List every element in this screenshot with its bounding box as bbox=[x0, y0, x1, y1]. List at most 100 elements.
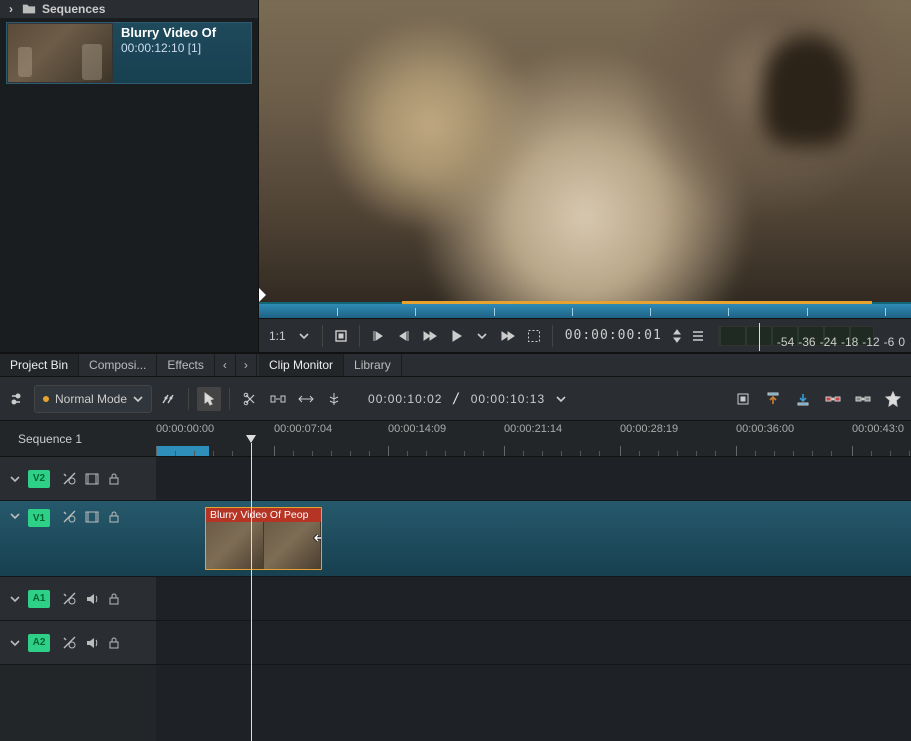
snap-button[interactable] bbox=[322, 387, 346, 411]
hide-track-button[interactable] bbox=[62, 509, 78, 525]
bin-item-thumbnail bbox=[7, 23, 113, 83]
lock-track-button[interactable] bbox=[106, 635, 122, 651]
timeline-clip[interactable]: Blurry Video Of Peop bbox=[205, 507, 322, 570]
ruler-label: 00:00:07:04 bbox=[274, 423, 332, 435]
level-mark: -6 bbox=[884, 335, 895, 349]
track-tag[interactable]: A2 bbox=[28, 634, 50, 652]
level-mark: -12 bbox=[862, 335, 879, 349]
track-settings-button[interactable] bbox=[6, 387, 30, 411]
hide-track-button[interactable] bbox=[62, 471, 78, 487]
hide-track-button[interactable] bbox=[62, 635, 78, 651]
tab-library[interactable]: Library bbox=[344, 354, 402, 376]
folder-icon bbox=[22, 2, 36, 16]
sequence-name-label[interactable]: Sequence 1 bbox=[0, 421, 156, 457]
track-tag[interactable]: V1 bbox=[28, 509, 50, 527]
sequences-folder-header[interactable]: › Sequences bbox=[0, 0, 258, 18]
track-header-a2[interactable]: A2 bbox=[0, 621, 156, 665]
chevron-down-icon[interactable] bbox=[470, 324, 494, 348]
favorite-button[interactable] bbox=[881, 387, 905, 411]
set-in-point-button[interactable] bbox=[329, 324, 353, 348]
compositions-button[interactable] bbox=[156, 387, 180, 411]
bin-item[interactable]: Blurry Video Of 00:00:12:10 [1] bbox=[6, 22, 252, 84]
frame-bounds-button[interactable] bbox=[522, 324, 546, 348]
tab-effects[interactable]: Effects bbox=[157, 354, 214, 376]
speaker-icon[interactable] bbox=[84, 591, 100, 607]
overwrite-clip-button[interactable] bbox=[821, 387, 845, 411]
track-header-v2[interactable]: V2 bbox=[0, 457, 156, 501]
track-row-v2[interactable] bbox=[156, 457, 911, 501]
insert-clip-button[interactable] bbox=[851, 387, 875, 411]
mixer-button[interactable] bbox=[731, 387, 755, 411]
clip-title-label: Blurry Video Of Peop bbox=[206, 508, 321, 522]
resize-horizontal-icon[interactable] bbox=[313, 532, 322, 546]
chevron-down-icon bbox=[133, 394, 143, 404]
go-to-out-button[interactable] bbox=[392, 324, 416, 348]
rewind-button[interactable] bbox=[418, 324, 442, 348]
chevron-down-icon[interactable] bbox=[549, 387, 573, 411]
monitor-timecode[interactable]: 00:00:00:01 bbox=[559, 328, 668, 343]
lock-track-button[interactable] bbox=[106, 509, 122, 525]
lock-track-button[interactable] bbox=[106, 591, 122, 607]
razor-tool-button[interactable] bbox=[238, 387, 262, 411]
chevron-down-icon[interactable] bbox=[292, 324, 316, 348]
track-tag[interactable]: V2 bbox=[28, 470, 50, 488]
level-mark: -36 bbox=[798, 335, 815, 349]
track-row-v1[interactable]: Blurry Video Of Peop bbox=[156, 501, 911, 577]
project-bin-panel: › Sequences Blurry Video Of 00:00:12:10 … bbox=[0, 0, 259, 352]
ruler-label: 00:00:28:19 bbox=[620, 423, 678, 435]
track-row-a1[interactable] bbox=[156, 577, 911, 621]
playhead[interactable] bbox=[251, 443, 252, 741]
timeline-toolbar: Normal Mode 00:00:10:02 / 00:00:10:13 bbox=[0, 377, 911, 421]
go-to-in-button[interactable] bbox=[366, 324, 390, 348]
monitor-viewport[interactable] bbox=[259, 0, 911, 302]
insert-above-button[interactable] bbox=[761, 387, 785, 411]
right-tabstrip: Clip MonitorLibrary bbox=[259, 353, 911, 377]
timeline-zone-marker[interactable] bbox=[156, 446, 209, 456]
tab-composi-[interactable]: Composi... bbox=[79, 354, 157, 376]
ruler-label: 00:00:14:09 bbox=[388, 423, 446, 435]
fast-forward-button[interactable] bbox=[496, 324, 520, 348]
collapse-track-icon[interactable] bbox=[8, 509, 22, 523]
film-icon[interactable] bbox=[84, 471, 100, 487]
ruler-label: 00:00:43:0 bbox=[852, 423, 904, 435]
collapse-track-icon[interactable] bbox=[8, 636, 22, 650]
fit-zoom-button[interactable] bbox=[294, 387, 318, 411]
hide-track-button[interactable] bbox=[62, 591, 78, 607]
audio-level-scale: -54-36-24-18-12-60 bbox=[777, 335, 905, 349]
ruler-label: 00:00:00:00 bbox=[156, 423, 214, 435]
tab-clip-monitor[interactable]: Clip Monitor bbox=[259, 354, 344, 376]
level-mark: -54 bbox=[777, 335, 794, 349]
tabs-scroll-left-button[interactable]: ‹ bbox=[215, 354, 236, 376]
track-row-a2[interactable] bbox=[156, 621, 911, 665]
left-tabstrip: Project BinComposi...Effects‹› bbox=[0, 353, 259, 377]
level-mark: 0 bbox=[898, 335, 905, 349]
insert-below-button[interactable] bbox=[791, 387, 815, 411]
tabs-scroll-right-button[interactable]: › bbox=[236, 354, 257, 376]
clip-monitor-panel: 1:1 00:00:00:01 -54-36-2 bbox=[259, 0, 911, 352]
lock-track-button[interactable] bbox=[106, 471, 122, 487]
timecode-spinner-icon[interactable] bbox=[670, 324, 684, 348]
zoom-level-label[interactable]: 1:1 bbox=[265, 329, 290, 343]
track-tag[interactable]: A1 bbox=[28, 590, 50, 608]
selection-tool-button[interactable] bbox=[197, 387, 221, 411]
hamburger-menu-button[interactable] bbox=[686, 324, 710, 348]
collapse-track-icon[interactable] bbox=[8, 472, 22, 486]
bin-item-title: Blurry Video Of bbox=[121, 25, 216, 40]
project-bin-list: Blurry Video Of 00:00:12:10 [1] bbox=[0, 18, 258, 352]
timeline-timecode: 00:00:10:02 / 00:00:10:13 bbox=[368, 391, 545, 407]
tab-project-bin[interactable]: Project Bin bbox=[0, 354, 79, 376]
track-header-v1[interactable]: V1 bbox=[0, 501, 156, 577]
timeline-tracks-area[interactable]: 00:00:00:00 00:00:07:04 00:00:14:09 00:00:2… bbox=[156, 421, 911, 741]
edit-mode-label: Normal Mode bbox=[55, 392, 127, 406]
play-button[interactable] bbox=[444, 324, 468, 348]
spacer-tool-button[interactable] bbox=[266, 387, 290, 411]
sequences-folder-label: Sequences bbox=[42, 2, 105, 16]
edit-mode-select[interactable]: Normal Mode bbox=[34, 385, 152, 413]
timeline-ruler[interactable]: 00:00:00:00 00:00:07:04 00:00:14:09 00:00:2… bbox=[156, 421, 911, 457]
collapse-track-icon[interactable] bbox=[8, 592, 22, 606]
ruler-label: 00:00:36:00 bbox=[736, 423, 794, 435]
monitor-scrub-bar[interactable] bbox=[259, 302, 911, 318]
speaker-icon[interactable] bbox=[84, 635, 100, 651]
film-icon[interactable] bbox=[84, 509, 100, 525]
track-header-a1[interactable]: A1 bbox=[0, 577, 156, 621]
